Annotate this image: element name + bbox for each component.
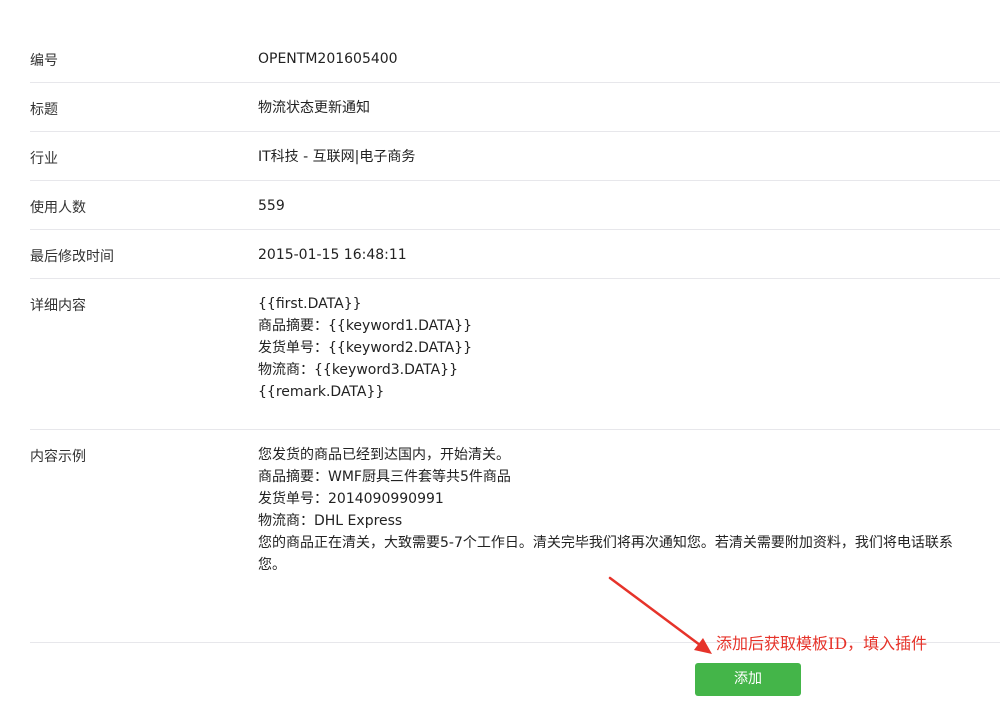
example-line-keyword2: 发货单号：2014090990991 (258, 491, 444, 507)
row-title: 标题 物流状态更新通知 (30, 83, 1000, 132)
detail-line-remark: {{remark.DATA}} (258, 384, 385, 400)
row-detail-content: 详细内容 {{first.DATA}} 商品摘要：{{keyword1.DATA… (30, 279, 1000, 430)
annotation-note: 添加后获取模板ID，填入插件 (716, 634, 928, 653)
user-count-value: 559 (258, 198, 285, 214)
row-template-id: 编号 OPENTM201605400 (30, 34, 1000, 83)
example-line-keyword3: 物流商：DHL Express (258, 513, 403, 529)
industry-value: IT科技 - 互联网|电子商务 (258, 149, 416, 165)
template-id-value: OPENTM201605400 (258, 51, 398, 67)
content-example-value: 您发货的商品已经到达国内，开始清关。 商品摘要：WMF厨具三件套等共5件商品 发… (258, 444, 958, 576)
user-count-label: 使用人数 (30, 200, 86, 216)
title-label: 标题 (30, 102, 58, 118)
template-id-label: 编号 (30, 53, 58, 69)
example-line-keyword1: 商品摘要：WMF厨具三件套等共5件商品 (258, 469, 511, 485)
detail-line-keyword3: 物流商：{{keyword3.DATA}} (258, 362, 458, 378)
example-line-first: 您发货的商品已经到达国内，开始清关。 (258, 447, 510, 463)
template-detail-page: 编号 OPENTM201605400 标题 物流状态更新通知 行业 IT科技 -… (0, 0, 1000, 718)
detail-content-value: {{first.DATA}} 商品摘要：{{keyword1.DATA}} 发货… (258, 293, 472, 403)
add-button[interactable]: 添加 (695, 663, 801, 696)
row-industry: 行业 IT科技 - 互联网|电子商务 (30, 132, 1000, 181)
industry-label: 行业 (30, 151, 58, 167)
last-modified-value: 2015-01-15 16:48:11 (258, 247, 407, 263)
last-modified-label: 最后修改时间 (30, 249, 114, 265)
detail-line-keyword2: 发货单号：{{keyword2.DATA}} (258, 340, 472, 356)
detail-content-label: 详细内容 (30, 298, 86, 314)
content-example-label: 内容示例 (30, 449, 86, 465)
row-content-example: 内容示例 您发货的商品已经到达国内，开始清关。 商品摘要：WMF厨具三件套等共5… (30, 430, 1000, 643)
template-detail-table: 编号 OPENTM201605400 标题 物流状态更新通知 行业 IT科技 -… (30, 34, 1000, 643)
detail-line-keyword1: 商品摘要：{{keyword1.DATA}} (258, 318, 472, 334)
detail-line-first: {{first.DATA}} (258, 296, 362, 312)
red-arrow-icon (608, 576, 712, 654)
row-user-count: 使用人数 559 (30, 181, 1000, 230)
row-last-modified: 最后修改时间 2015-01-15 16:48:11 (30, 230, 1000, 279)
title-value: 物流状态更新通知 (258, 100, 370, 116)
